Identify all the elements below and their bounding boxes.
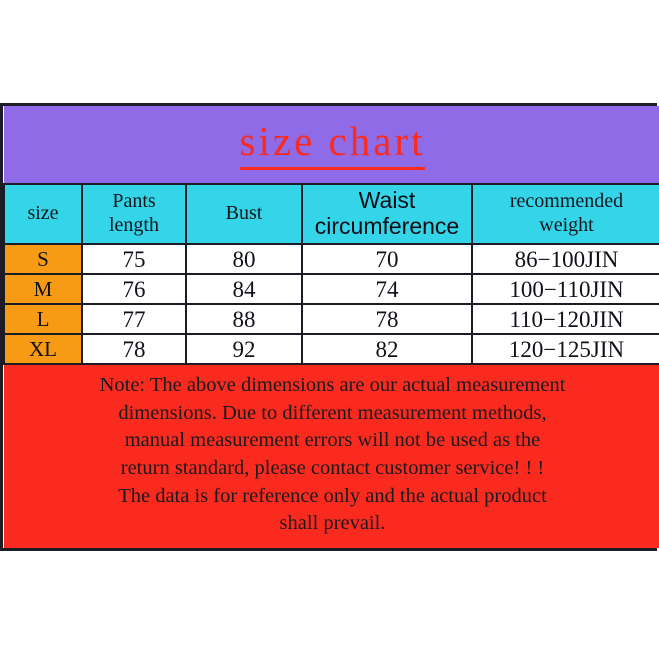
cell-bust: 88 [185, 303, 303, 335]
cell-recommended-weight: 86−100JIN [471, 243, 659, 275]
disclaimer-note-cell: Note: The above dimensions are our actua… [4, 362, 659, 549]
table-row: M 76 84 74 100−110JIN [3, 273, 659, 305]
cell-size: S [3, 243, 83, 275]
cell-waist: 74 [301, 273, 473, 305]
table-header-row: size Pants length Bust Waist circumferen… [3, 183, 659, 245]
column-header-pants-length-line2: length [109, 214, 159, 236]
size-chart-page: size chart size Pants length Bust Waist … [0, 0, 659, 659]
cell-waist: 70 [301, 243, 473, 275]
cell-size: M [3, 273, 83, 305]
cell-pants-length: 75 [81, 243, 187, 275]
cell-size: L [3, 303, 83, 335]
column-header-waist-line1: Waist [358, 187, 416, 214]
column-header-waist-circumference: Waist circumference [301, 183, 473, 245]
column-header-weight-line2: weight [539, 214, 594, 236]
column-header-size: size [3, 183, 83, 245]
cell-recommended-weight: 120−125JIN [471, 333, 659, 365]
column-header-waist-line2: circumference [314, 213, 460, 239]
disclaimer-note-text: Note: The above dimensions are our actua… [99, 374, 566, 535]
note-row: Note: The above dimensions are our actua… [4, 362, 659, 549]
size-chart-table: size chart size Pants length Bust Waist … [3, 106, 659, 549]
column-header-recommended-weight: recommended weight [471, 183, 659, 245]
column-header-bust: Bust [185, 183, 303, 245]
cell-pants-length: 77 [81, 303, 187, 335]
size-chart-table-block: size chart size Pants length Bust Waist … [0, 103, 659, 552]
cell-recommended-weight: 100−110JIN [471, 273, 659, 305]
cell-waist: 78 [301, 303, 473, 335]
chart-title-cell: size chart [4, 106, 659, 185]
cell-waist: 82 [301, 333, 473, 365]
cell-recommended-weight: 110−120JIN [471, 303, 659, 335]
table-row: S 75 80 70 86−100JIN [3, 243, 659, 275]
cell-bust: 80 [185, 243, 303, 275]
table-row: L 77 88 78 110−120JIN [3, 303, 659, 335]
column-header-pants-length-line1: Pants [112, 190, 156, 213]
cell-bust: 92 [185, 333, 303, 365]
cell-bust: 84 [185, 273, 303, 305]
cell-pants-length: 76 [81, 273, 187, 305]
column-header-weight-line1: recommended [509, 190, 624, 213]
table-row: XL 78 92 82 120−125JIN [3, 333, 659, 365]
cell-pants-length: 78 [81, 333, 187, 365]
column-header-bust-label: Bust [225, 202, 263, 225]
page-title: size chart [239, 119, 426, 170]
cell-size: XL [3, 333, 83, 365]
column-header-size-label: size [27, 202, 59, 225]
column-header-pants-length: Pants length [81, 183, 187, 245]
title-row: size chart [4, 106, 659, 185]
